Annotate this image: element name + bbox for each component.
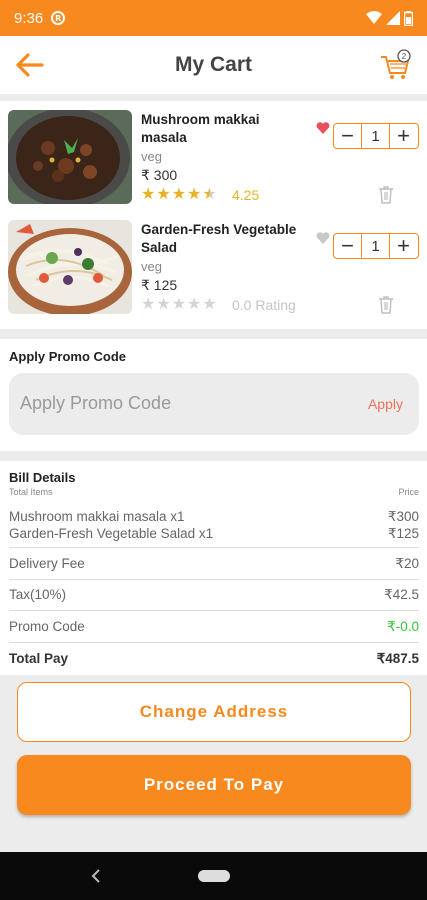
svg-text:2: 2: [402, 52, 407, 61]
bill-line-value: ₹125: [387, 526, 419, 541]
item-name: Mushroom makkai masala: [141, 112, 260, 145]
divider: [9, 579, 419, 580]
promo-code-value: ₹-0.0: [387, 619, 419, 634]
bill-line-value: ₹300: [387, 509, 419, 524]
page-title: My Cart: [174, 53, 253, 76]
total-row: Total Pay ₹487.5: [9, 651, 419, 667]
cart-item-list: Mushroom makkai masala veg ₹ 300 ★ ★ ★ ★…: [0, 101, 427, 329]
bill-line: Garden-Fresh Vegetable Salad x1 ₹125: [9, 526, 419, 542]
promo-input[interactable]: Apply Promo Code Apply: [9, 373, 419, 435]
rating-value: 0.0 Rating: [232, 297, 296, 313]
star-rating: ★ ★ ★ ★ ★: [141, 295, 217, 313]
total-label: Total Pay: [9, 651, 69, 666]
star-icon: ★: [187, 294, 202, 313]
decrease-button[interactable]: −: [334, 123, 361, 148]
promo-code-label: Promo Code: [9, 619, 85, 634]
bill-line-label: Garden-Fresh Vegetable Salad x1: [9, 526, 214, 541]
bill-title: Bill Details: [9, 470, 76, 485]
tax-row: Tax(10%) ₹42.5: [9, 587, 419, 603]
item-name: Garden-Fresh Vegetable Salad: [141, 222, 297, 255]
status-time: 9:36: [14, 9, 44, 27]
cart-item: Mushroom makkai masala veg ₹ 300 ★ ★ ★ ★…: [0, 101, 427, 211]
bill-line-label: Mushroom makkai masala x1: [9, 509, 185, 524]
change-address-button[interactable]: Change Address: [17, 682, 411, 742]
half-star-icon: ★: [202, 184, 217, 203]
star-icon: ★: [156, 294, 171, 313]
quantity-stepper: − 1 +: [333, 123, 419, 149]
system-nav-bar: [0, 852, 427, 900]
star-icon: ★: [202, 294, 217, 313]
promo-section: Apply Promo Code Apply Promo Code Apply: [0, 339, 427, 451]
promo-row: Promo Code ₹-0.0: [9, 619, 419, 635]
divider: [9, 547, 419, 548]
nav-back-icon[interactable]: [90, 867, 102, 885]
item-price: ₹ 125: [141, 277, 178, 293]
quantity-value: 1: [361, 234, 390, 258]
status-bar: 9:36 R: [0, 0, 427, 36]
rating-value: 4.25: [232, 187, 260, 203]
divider: [9, 610, 419, 611]
star-rating: ★ ★ ★ ★ ★: [141, 185, 217, 203]
promo-label: Apply Promo Code: [9, 349, 127, 364]
star-icon: ★: [171, 184, 187, 203]
proceed-to-pay-button[interactable]: Proceed To Pay: [17, 755, 411, 815]
delivery-value: ₹20: [395, 556, 419, 571]
delivery-row: Delivery Fee ₹20: [9, 556, 419, 572]
heart-icon[interactable]: [316, 121, 330, 135]
food-image-mushroom: [8, 110, 132, 204]
quantity-value: 1: [361, 124, 390, 148]
tax-value: ₹42.5: [384, 587, 419, 602]
heart-icon[interactable]: [316, 231, 330, 245]
item-type: veg: [141, 259, 162, 274]
signal-icon: [386, 11, 400, 25]
star-icon: ★: [141, 184, 156, 203]
battery-icon: [404, 10, 413, 26]
star-icon: ★: [156, 184, 171, 203]
item-type: veg: [141, 149, 162, 164]
bill-col-items: Total Items: [9, 487, 53, 497]
increase-button[interactable]: +: [390, 233, 417, 258]
app-header: My Cart 2: [0, 36, 427, 94]
star-icon: ★: [187, 184, 202, 203]
cart-icon[interactable]: 2: [379, 48, 413, 82]
promo-placeholder: Apply Promo Code: [20, 393, 172, 413]
trash-icon[interactable]: [377, 295, 395, 315]
r-circle-icon: R: [51, 11, 66, 25]
trash-icon[interactable]: [377, 185, 395, 205]
divider: [9, 642, 419, 643]
star-icon: ★: [171, 294, 187, 313]
star-icon: ★: [141, 294, 156, 313]
total-value: ₹487.5: [376, 651, 419, 666]
tax-label: Tax(10%): [9, 587, 67, 602]
delivery-label: Delivery Fee: [9, 556, 85, 571]
arrow-left-icon[interactable]: [14, 50, 46, 80]
food-image-salad: [8, 220, 132, 314]
cart-item: Garden-Fresh Vegetable Salad veg ₹ 125 ★…: [0, 211, 427, 321]
increase-button[interactable]: +: [390, 123, 417, 148]
quantity-stepper: − 1 +: [333, 233, 419, 259]
wifi-icon: [366, 11, 382, 24]
bill-line: Mushroom makkai masala x1 ₹300: [9, 509, 419, 525]
nav-home-pill[interactable]: [198, 870, 230, 882]
bill-col-price: Price: [398, 487, 419, 497]
apply-button[interactable]: Apply: [368, 396, 403, 412]
bill-details: Bill Details Total Items Price Mushroom …: [0, 461, 427, 675]
decrease-button[interactable]: −: [334, 233, 361, 258]
item-price: ₹ 300: [141, 167, 178, 183]
